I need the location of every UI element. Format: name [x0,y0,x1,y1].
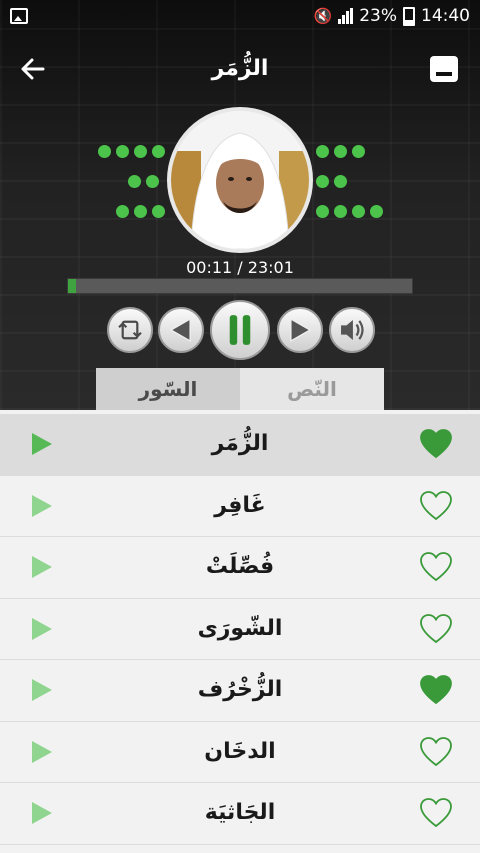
clock: 14:40 [421,6,470,26]
heart-filled-icon[interactable] [420,429,452,459]
list-item[interactable]: غَافِر [0,475,480,537]
signal-icon [338,8,354,24]
surah-name: غَافِر [214,492,266,518]
pause-button[interactable] [210,300,270,360]
list-item[interactable]: الجَاثيَة [0,783,480,845]
time-separator: / [232,258,248,277]
heart-outline-icon[interactable] [420,490,452,521]
battery-icon [403,6,415,26]
previous-button[interactable] [158,307,204,353]
pause-icon [229,315,251,345]
heart-outline-icon[interactable] [420,798,452,828]
toolbar: الزُّمَر [0,44,480,96]
surah-name: الجَاثيَة [204,800,276,825]
heart-outline-icon[interactable] [420,613,452,644]
gallery-icon [10,8,28,24]
repeat-button[interactable] [107,307,153,353]
surah-name: الزُّخْرُف [197,677,283,702]
list-item[interactable]: الشّورَى [0,598,480,660]
status-bar: 🔇 23% 14:40 [0,0,480,32]
tab-text[interactable]: النّص [240,368,384,410]
list-item[interactable]: الزُّخْرُف [0,660,480,722]
mute-icon: 🔇 [313,7,333,25]
battery-percent: 23% [359,6,397,26]
surah-name: الشّورَى [197,615,283,641]
progress-fill [68,279,77,293]
progress-bar[interactable] [67,278,413,294]
time-display: 00:11 / 23:01 [0,258,480,277]
app-screen: 🔇 23% 14:40 الزُّمَر 00:11 / 23:01 السّو… [0,0,480,853]
surah-list: الزُّمَر غَافِر فُصِّلَتْ الشّورَى الزُّ… [0,414,480,845]
surah-name: الدخَان [204,738,276,764]
reciter-avatar [171,111,309,249]
list-item[interactable]: فُصِّلَتْ [0,537,480,599]
list-item[interactable]: الزُّمَر [0,414,480,476]
next-button[interactable] [277,307,323,353]
total-time: 23:01 [247,258,294,277]
heart-filled-icon[interactable] [420,675,452,705]
volume-button[interactable] [329,307,375,353]
surah-name: الزُّمَر [211,431,269,456]
minimize-button[interactable] [430,56,458,82]
heart-outline-icon[interactable] [420,736,452,767]
current-time: 00:11 [186,258,233,277]
previous-icon [169,317,191,343]
repeat-icon [118,320,142,340]
player-controls [0,300,480,362]
volume-icon [341,319,364,341]
heart-outline-icon[interactable] [420,552,452,582]
list-item[interactable]: الدخَان [0,721,480,783]
tab-bar: السّور النّص [96,368,384,410]
surah-name: فُصِّلَتْ [205,554,275,579]
status-bar-right: 🔇 23% 14:40 [314,6,470,26]
tab-surahs[interactable]: السّور [96,368,240,410]
page-title: الزُّمَر [211,56,269,81]
next-icon [290,317,312,343]
